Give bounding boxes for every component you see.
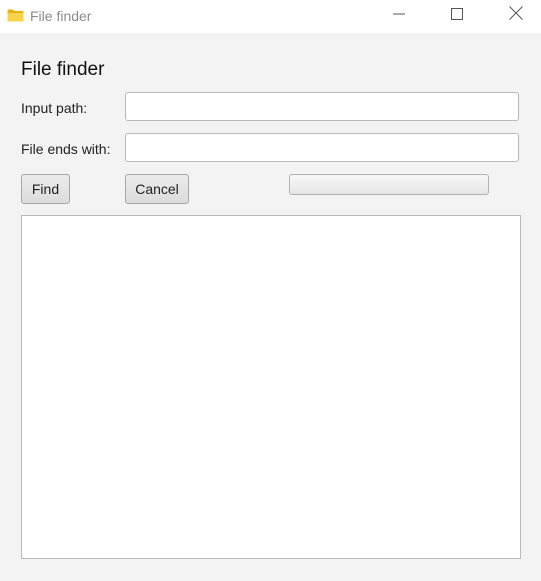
input-path-field[interactable] [125,92,519,121]
maximize-button[interactable] [434,0,480,31]
maximize-icon [451,7,463,25]
progress-bar [289,174,489,195]
window-title: File finder [30,8,92,24]
cancel-button[interactable]: Cancel [125,174,189,204]
file-finder-window: File finder File finder Input path: File… [0,0,541,581]
page-title: File finder [21,59,105,80]
input-path-label: Input path: [21,100,88,116]
close-button[interactable] [493,0,539,31]
results-list[interactable] [21,215,521,559]
find-button[interactable]: Find [21,174,70,204]
folder-icon [7,9,24,22]
title-bar[interactable]: File finder [0,0,541,33]
file-ends-with-label: File ends with: [21,141,111,157]
file-ends-with-field[interactable] [125,133,519,162]
close-icon [509,6,523,25]
minimize-button[interactable] [376,0,422,31]
minimize-icon [393,7,405,25]
